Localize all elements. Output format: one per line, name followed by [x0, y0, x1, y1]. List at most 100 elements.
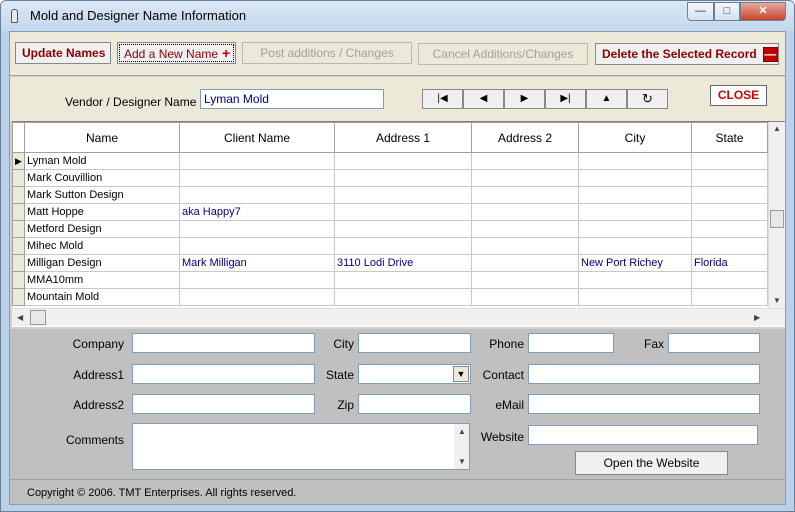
contact-field[interactable]: [528, 364, 760, 384]
table-cell[interactable]: [691, 288, 768, 306]
scroll-up-icon[interactable]: ▲: [773, 124, 781, 133]
company-field[interactable]: [132, 333, 315, 353]
row-selector[interactable]: [12, 288, 25, 306]
move-up-icon[interactable]: ▲: [586, 89, 627, 109]
next-record-icon[interactable]: ▶: [504, 89, 545, 109]
post-changes-button[interactable]: Post additions / Changes: [242, 42, 412, 64]
table-cell[interactable]: [179, 152, 335, 170]
table-cell[interactable]: 3110 Lodi Drive: [334, 254, 472, 272]
minimize-button[interactable]: —: [687, 2, 714, 21]
row-selector[interactable]: [12, 254, 25, 272]
table-row[interactable]: Mark Couvillion: [12, 169, 768, 187]
table-cell[interactable]: [471, 288, 579, 306]
horizontal-scroll-thumb[interactable]: [30, 310, 46, 325]
row-selector[interactable]: [12, 220, 25, 238]
table-row[interactable]: Metford Design: [12, 220, 768, 238]
zip-field[interactable]: [358, 394, 471, 414]
table-row[interactable]: Milligan Design Mark Milligan 3110 Lodi Dr…: [12, 254, 768, 272]
table-cell[interactable]: New Port Richey: [578, 254, 692, 272]
row-selector[interactable]: [12, 203, 25, 221]
table-cell[interactable]: [179, 271, 335, 289]
table-cell[interactable]: [471, 237, 579, 255]
table-cell[interactable]: [691, 220, 768, 238]
vertical-scrollbar[interactable]: ▲ ▼: [768, 122, 785, 308]
table-cell[interactable]: [691, 237, 768, 255]
table-cell[interactable]: [179, 288, 335, 306]
table-cell[interactable]: [471, 169, 579, 187]
table-cell[interactable]: Matt Hoppe: [24, 203, 180, 221]
table-cell[interactable]: [691, 271, 768, 289]
row-selector[interactable]: [12, 169, 25, 187]
column-header-client-name[interactable]: Client Name: [179, 122, 335, 153]
row-selector[interactable]: ▶: [12, 152, 25, 170]
chevron-down-icon[interactable]: ▼: [453, 366, 469, 382]
table-row[interactable]: Matt Hoppe aka Happy7: [12, 203, 768, 221]
table-cell[interactable]: [578, 220, 692, 238]
table-cell[interactable]: [471, 271, 579, 289]
table-cell[interactable]: Milligan Design: [24, 254, 180, 272]
table-cell[interactable]: [334, 169, 472, 187]
update-names-button[interactable]: Update Names: [15, 42, 111, 64]
table-cell[interactable]: Mark Milligan: [179, 254, 335, 272]
table-cell[interactable]: [578, 169, 692, 187]
table-cell[interactable]: [578, 288, 692, 306]
table-cell[interactable]: [691, 186, 768, 204]
table-cell[interactable]: aka Happy7: [179, 203, 335, 221]
table-cell[interactable]: [471, 152, 579, 170]
table-row[interactable]: Mountain Mold: [12, 288, 768, 306]
table-cell[interactable]: Mark Sutton Design: [24, 186, 180, 204]
cancel-changes-button[interactable]: Cancel Additions/Changes: [418, 43, 588, 65]
table-cell[interactable]: [334, 288, 472, 306]
add-new-name-button[interactable]: Add a New Name +: [117, 42, 236, 64]
title-bar[interactable]: Mold and Designer Name Information — □ ✕: [1, 1, 794, 31]
horizontal-scrollbar[interactable]: ◀ ▶: [12, 308, 785, 326]
table-cell[interactable]: [578, 271, 692, 289]
table-cell[interactable]: [179, 237, 335, 255]
website-field[interactable]: [528, 425, 758, 445]
table-cell[interactable]: [578, 152, 692, 170]
fax-field[interactable]: [668, 333, 760, 353]
scroll-up-icon[interactable]: ▲: [458, 427, 466, 436]
table-cell[interactable]: [334, 237, 472, 255]
table-cell[interactable]: Mark Couvillion: [24, 169, 180, 187]
table-cell[interactable]: [471, 186, 579, 204]
row-selector[interactable]: [12, 271, 25, 289]
table-cell[interactable]: [179, 186, 335, 204]
column-header-state[interactable]: State: [691, 122, 768, 153]
table-cell[interactable]: [691, 169, 768, 187]
first-record-icon[interactable]: |◀: [422, 89, 463, 109]
vendor-designer-field[interactable]: Lyman Mold: [200, 89, 384, 109]
delete-record-button[interactable]: Delete the Selected Record —: [595, 43, 779, 65]
close-form-button[interactable]: CLOSE: [710, 85, 767, 106]
table-cell[interactable]: MMA10mm: [24, 271, 180, 289]
table-cell[interactable]: [691, 152, 768, 170]
table-row[interactable]: MMA10mm: [12, 271, 768, 289]
address2-field[interactable]: [132, 394, 315, 414]
table-cell[interactable]: [578, 237, 692, 255]
email-field[interactable]: [528, 394, 760, 414]
table-row[interactable]: Mihec Mold: [12, 237, 768, 255]
table-cell[interactable]: [334, 220, 472, 238]
table-cell[interactable]: Mountain Mold: [24, 288, 180, 306]
phone-field[interactable]: [528, 333, 614, 353]
previous-record-icon[interactable]: ◀: [463, 89, 504, 109]
refresh-icon[interactable]: ↻: [627, 89, 668, 109]
table-cell[interactable]: [179, 169, 335, 187]
table-row[interactable]: Mark Sutton Design: [12, 186, 768, 204]
table-cell[interactable]: [471, 254, 579, 272]
column-header-address-2[interactable]: Address 2: [471, 122, 579, 153]
scroll-right-icon[interactable]: ▶: [754, 313, 760, 322]
column-header-city[interactable]: City: [578, 122, 692, 153]
table-cell[interactable]: [471, 203, 579, 221]
row-selector[interactable]: [12, 186, 25, 204]
table-cell[interactable]: [578, 186, 692, 204]
table-cell[interactable]: Mihec Mold: [24, 237, 180, 255]
table-cell[interactable]: [334, 186, 472, 204]
table-cell[interactable]: [334, 152, 472, 170]
scroll-down-icon[interactable]: ▼: [458, 457, 466, 466]
scroll-left-icon[interactable]: ◀: [17, 313, 23, 322]
address1-field[interactable]: [132, 364, 315, 384]
table-cell[interactable]: [179, 220, 335, 238]
column-header-name[interactable]: Name: [24, 122, 180, 153]
table-cell[interactable]: [334, 271, 472, 289]
